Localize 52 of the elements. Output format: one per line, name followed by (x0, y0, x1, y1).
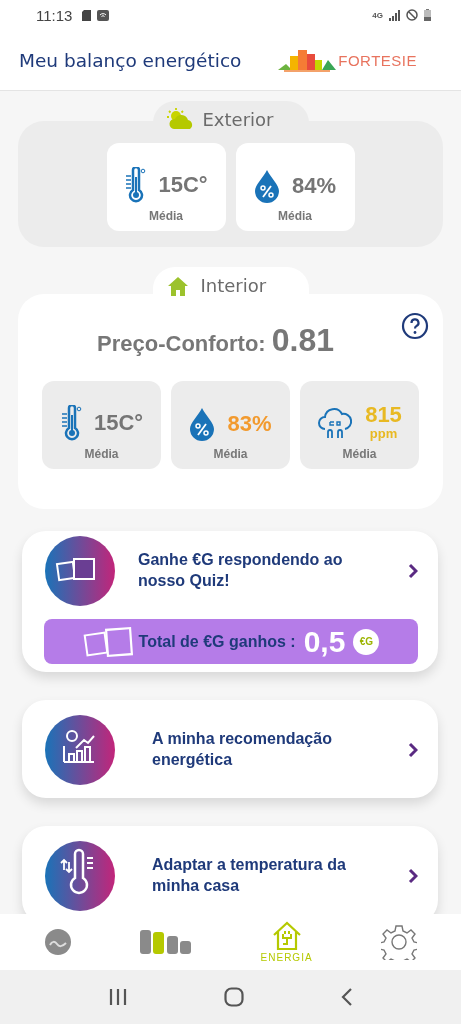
metric-caption: Média (149, 209, 183, 223)
metric-value: 84% (291, 173, 336, 199)
metric-value: 15C° (158, 172, 208, 198)
metric-caption: Média (84, 447, 119, 461)
battery-icon (424, 9, 431, 21)
section-title: Interior (200, 275, 267, 296)
metric-caption: Média (342, 447, 377, 461)
metric-unit: ppm (369, 426, 398, 441)
currency-coin: €G (353, 628, 380, 655)
signal-icon (389, 9, 400, 21)
metric-caption: Média (278, 209, 312, 223)
quiz-card[interactable]: Ganhe €G respondendo ao nosso Quiz! Total de €G ganhos : 0,5 €G (22, 531, 438, 672)
total-value: 0,5 (303, 624, 346, 659)
score-value: 0.81 (271, 322, 334, 359)
recent-apps-icon[interactable] (108, 989, 127, 1005)
chevron-right-icon (408, 868, 418, 884)
buildings-logo-icon (278, 48, 337, 72)
chart-growth-icon (44, 714, 116, 786)
home-icon[interactable] (223, 987, 244, 1007)
thermometer-icon (59, 405, 82, 441)
thermometer-adjust-icon (44, 840, 116, 912)
help-icon[interactable] (401, 312, 429, 340)
house-icon (166, 275, 189, 296)
total-label: Total de €G ganhos : (138, 632, 296, 651)
chevron-right-icon (408, 563, 418, 579)
wifi-icon (97, 9, 110, 21)
action-card[interactable]: A minha recomendação energética (22, 700, 438, 798)
action-card[interactable]: Adaptar a temperatura da minha casa (22, 826, 438, 914)
metric-value: 83% (227, 411, 272, 437)
status-time: 11:13 (36, 6, 73, 24)
card-title: A minha recomendação energética (151, 729, 333, 770)
back-icon[interactable] (340, 988, 353, 1006)
brand-name: FORTESIE (338, 51, 417, 69)
score-label: Preço-Conforto: (97, 331, 266, 357)
thermometer-icon (124, 167, 147, 203)
bar-chart-icon (140, 930, 193, 954)
humidity-drop-icon (253, 169, 280, 203)
settings-icon (380, 924, 417, 960)
section-title: Exterior (202, 108, 274, 130)
blocked-icon (406, 9, 418, 21)
sd-card-icon (82, 9, 92, 21)
quiz-icon (44, 535, 116, 607)
metric-caption: Média (213, 447, 248, 461)
card-title: Ganhe €G respondendo ao nosso Quiz! (138, 550, 344, 591)
metric-value: 815 (365, 402, 402, 428)
card-title: Adaptar a temperatura da minha casa (151, 855, 347, 896)
network-type: 4G (372, 10, 383, 20)
metric-value: 15C° (93, 410, 144, 436)
page-title: Meu balanço energético (19, 49, 242, 71)
chevron-right-icon (408, 742, 418, 758)
humidity-drop-icon (189, 407, 216, 441)
question-cards-icon (82, 625, 133, 658)
